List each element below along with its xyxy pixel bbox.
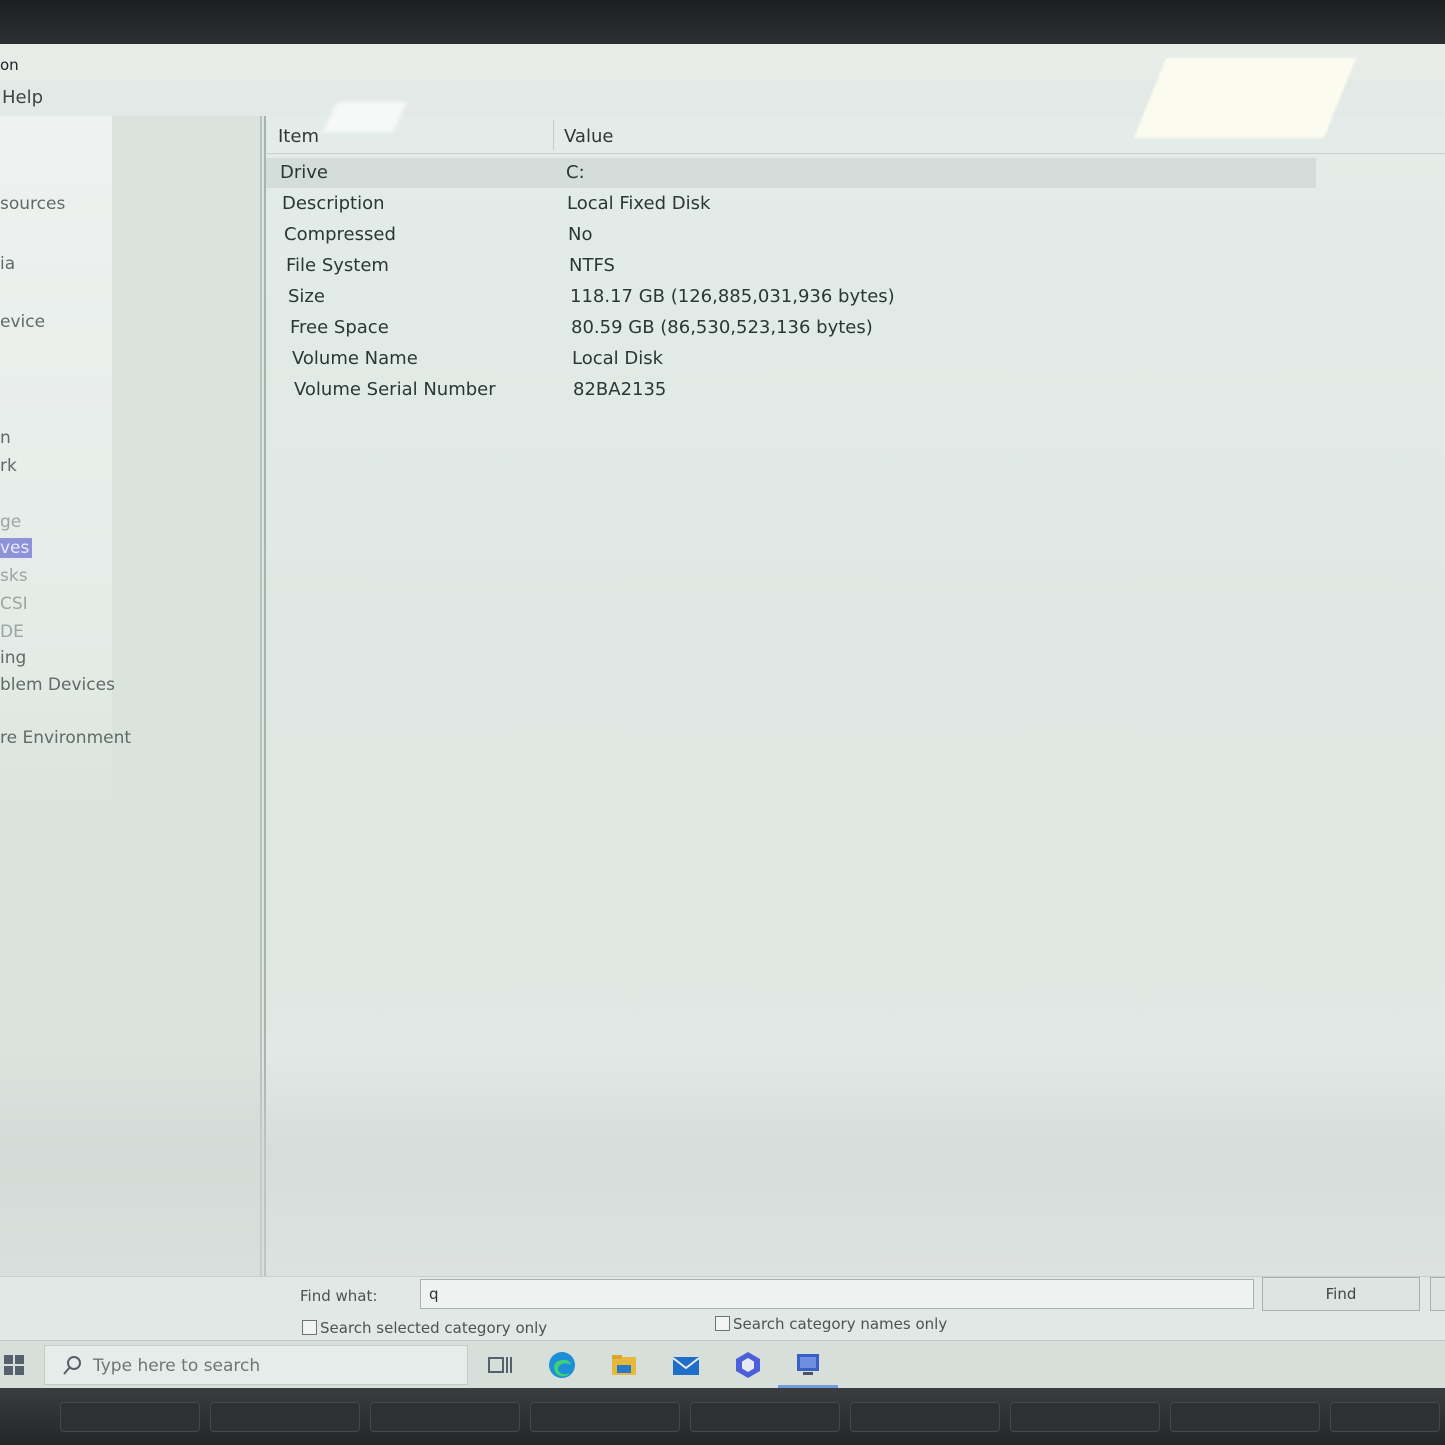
detail-row[interactable]: Compressed No <box>266 220 1316 250</box>
detail-row[interactable]: Volume Serial Number 82BA2135 <box>266 375 1316 405</box>
search-names-checkbox[interactable]: Search category names only <box>715 1315 947 1333</box>
window-title: on <box>0 56 19 74</box>
detail-item-cell: Free Space <box>290 317 389 338</box>
edge-icon[interactable] <box>546 1349 578 1381</box>
checkbox-icon <box>302 1320 317 1335</box>
detail-row[interactable]: Description Local Fixed Disk <box>266 189 1316 219</box>
detail-row[interactable]: Volume Name Local Disk <box>266 344 1316 374</box>
file-explorer-icon[interactable] <box>608 1349 640 1381</box>
detail-item-cell: Volume Name <box>292 348 418 369</box>
close-find-button[interactable] <box>1430 1277 1445 1311</box>
column-divider[interactable] <box>553 120 554 150</box>
find-button[interactable]: Find <box>1262 1277 1420 1311</box>
detail-value-cell: NTFS <box>569 255 615 276</box>
detail-item-cell: File System <box>286 255 389 276</box>
tree-item[interactable]: sources <box>0 194 65 214</box>
column-value-header[interactable]: Value <box>564 126 613 147</box>
tree-item[interactable]: ing <box>0 648 26 668</box>
tree-item[interactable]: ves <box>0 538 33 558</box>
tree-item[interactable]: CSI <box>0 594 28 614</box>
detail-value-cell: Local Fixed Disk <box>567 193 711 214</box>
find-what-label: Find what: <box>300 1287 378 1305</box>
tree-item[interactable]: evice <box>0 312 45 332</box>
screen: on Help sources ia evice n rk ge ves sks CSI DE in… <box>0 44 1445 1388</box>
checkbox-icon <box>715 1316 730 1331</box>
detail-value-cell: 80.59 GB (86,530,523,136 bytes) <box>571 317 873 338</box>
detail-item-cell: Volume Serial Number <box>294 379 496 400</box>
detail-value-cell: Local Disk <box>572 348 664 369</box>
find-input[interactable] <box>420 1279 1254 1309</box>
tree-item[interactable]: n <box>0 428 11 448</box>
screen-bezel-top <box>0 0 1445 44</box>
detail-value-cell: 82BA2135 <box>573 379 667 400</box>
detail-value-cell: No <box>568 224 593 245</box>
search-icon <box>63 1356 81 1375</box>
taskbar: Type here to search <box>0 1340 1445 1388</box>
detail-row[interactable]: File System NTFS <box>266 251 1316 281</box>
task-view-icon[interactable] <box>484 1349 516 1381</box>
menu-help[interactable]: Help <box>2 87 43 108</box>
detail-value-cell: 118.17 GB (126,885,031,936 bytes) <box>570 286 895 307</box>
detail-item-cell: Compressed <box>284 224 396 245</box>
office-icon[interactable] <box>732 1349 764 1381</box>
taskbar-search-box[interactable]: Type here to search <box>44 1345 468 1385</box>
detail-item-cell: Description <box>282 193 385 214</box>
find-bar: Find what: Find Search selected category… <box>0 1276 1445 1340</box>
detail-row[interactable]: Drive C: <box>266 158 1316 188</box>
tree-item[interactable]: re Environment <box>0 728 131 748</box>
detail-item-cell: Size <box>288 286 325 307</box>
detail-row[interactable]: Size 118.17 GB (126,885,031,936 bytes) <box>266 282 1316 312</box>
tree-item[interactable]: blem Devices <box>0 675 115 695</box>
tree-item[interactable]: DE <box>0 622 24 642</box>
tree-item[interactable]: ge <box>0 512 21 532</box>
search-placeholder: Type here to search <box>93 1356 261 1376</box>
column-item-header[interactable]: Item <box>278 126 319 147</box>
detail-value-cell: C: <box>566 162 585 183</box>
tree-item[interactable]: ia <box>0 254 15 274</box>
tree-item[interactable]: rk <box>0 456 17 476</box>
search-selected-label: Search selected category only <box>320 1319 548 1337</box>
search-selected-checkbox[interactable]: Search selected category only <box>302 1319 547 1337</box>
search-names-label: Search category names only <box>733 1315 948 1333</box>
detail-row[interactable]: Free Space 80.59 GB (86,530,523,136 bytes… <box>266 313 1316 343</box>
detail-item-cell: Drive <box>280 162 328 183</box>
keyboard-edge <box>0 1388 1445 1445</box>
windows-start-icon[interactable] <box>4 1355 24 1375</box>
tree-item[interactable]: sks <box>0 566 28 586</box>
mail-icon[interactable] <box>670 1349 702 1381</box>
system-information-icon[interactable] <box>792 1349 824 1381</box>
